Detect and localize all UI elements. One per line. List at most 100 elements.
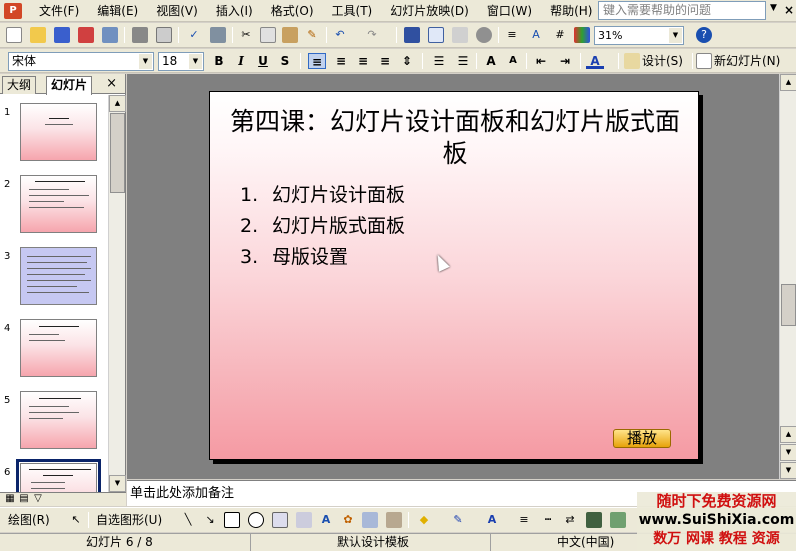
format-painter-icon[interactable]: ✎ (304, 27, 320, 43)
select-arrow-icon[interactable]: ↖ (68, 512, 84, 528)
bullets-icon[interactable]: ☰ (454, 53, 472, 69)
line-color-icon[interactable]: ✎ (450, 512, 466, 528)
scroll-down-icon[interactable]: ▼ (109, 475, 126, 492)
align-right-icon[interactable]: ≡ (354, 53, 372, 69)
menu-slideshow[interactable]: 幻灯片放映(D) (381, 1, 478, 21)
decrease-font-icon[interactable]: A (504, 53, 522, 69)
menu-tools[interactable]: 工具(T) (323, 1, 382, 21)
slide-thumbnail-4[interactable] (20, 319, 97, 377)
save-icon[interactable] (54, 27, 70, 43)
redo-icon[interactable]: ↷ (364, 27, 380, 43)
menu-format[interactable]: 格式(O) (262, 1, 323, 21)
play-button[interactable]: 播放 (613, 429, 671, 448)
oval-icon[interactable] (248, 512, 264, 528)
show-formatting-icon[interactable]: A (528, 27, 544, 43)
shadow-button[interactable]: S (276, 53, 294, 69)
next-slide-icon[interactable]: ▼ (780, 444, 796, 461)
vertical-textbox-icon[interactable] (296, 512, 312, 528)
align-center-icon[interactable]: ≡ (332, 53, 350, 69)
insert-table-icon[interactable] (428, 27, 444, 43)
tab-slides[interactable]: 幻灯片 (46, 76, 93, 95)
scroll-thumb[interactable] (110, 113, 125, 193)
align-left-icon[interactable]: ≡ (308, 53, 326, 69)
chevron-down-icon[interactable]: ▼ (139, 54, 152, 69)
scroll-up-icon[interactable]: ▲ (109, 95, 126, 112)
expand-all-icon[interactable]: ≡ (504, 27, 520, 43)
line-style-icon[interactable]: ≡ (516, 512, 532, 528)
undo-icon[interactable]: ↶ (332, 27, 348, 43)
prev-slide-icon[interactable]: ▲ (780, 426, 796, 443)
tables-borders-icon[interactable] (452, 27, 468, 43)
underline-button[interactable]: U (254, 53, 272, 69)
spelling-icon[interactable]: ✓ (186, 27, 202, 43)
menu-insert[interactable]: 插入(I) (207, 1, 262, 21)
diagram-icon[interactable]: ✿ (340, 512, 356, 528)
slide-thumbnail-2[interactable] (20, 175, 97, 233)
slide-thumbnail-6[interactable] (16, 459, 101, 492)
insert-chart-icon[interactable] (404, 27, 420, 43)
paste-icon[interactable] (282, 27, 298, 43)
print-icon[interactable] (132, 27, 148, 43)
chevron-down-icon[interactable]: ▼ (770, 3, 777, 13)
new-file-icon[interactable] (6, 27, 22, 43)
email-icon[interactable] (102, 27, 118, 43)
cut-icon[interactable]: ✂ (238, 27, 254, 43)
scroll-thumb[interactable] (781, 284, 796, 326)
close-icon[interactable]: × (106, 76, 117, 91)
justify-icon[interactable]: ≡ (376, 53, 394, 69)
research-icon[interactable] (210, 27, 226, 43)
scroll-up-icon[interactable]: ▲ (780, 74, 796, 91)
arrow-icon[interactable]: ↘ (202, 512, 218, 528)
menu-help[interactable]: 帮助(H) (541, 1, 601, 21)
font-size-select[interactable]: 18 ▼ (158, 52, 204, 71)
textbox-icon[interactable] (272, 512, 288, 528)
open-folder-icon[interactable] (30, 27, 46, 43)
scroll-down-icon[interactable]: ▼ (780, 462, 796, 479)
zoom-select[interactable]: 31% ▼ (594, 26, 684, 45)
autoshapes-button[interactable]: 自选图形(U) (96, 512, 162, 528)
tab-outline[interactable]: 大纲 (2, 76, 37, 94)
rectangle-icon[interactable] (224, 512, 240, 528)
shadow-style-icon[interactable] (586, 512, 602, 528)
vertical-text-icon[interactable]: ⇕ (398, 53, 416, 69)
font-name-select[interactable]: 宋体 ▼ (8, 52, 154, 71)
menu-view[interactable]: 视图(V) (147, 1, 207, 21)
menu-window[interactable]: 窗口(W) (478, 1, 541, 21)
fill-color-icon[interactable]: ◆ (416, 512, 432, 528)
draw-menu-button[interactable]: 绘图(R) (8, 512, 50, 528)
slide-thumbnail-3[interactable] (20, 247, 97, 305)
menu-file[interactable]: 文件(F) (30, 1, 88, 21)
wordart-icon[interactable]: A (318, 512, 334, 528)
print-preview-icon[interactable] (156, 27, 172, 43)
current-slide[interactable]: 第四课：幻灯片设计面板和幻灯片版式面板 1. 幻灯片设计面板 2. 幻灯片版式面板 … (209, 91, 699, 460)
chevron-down-icon[interactable]: ▼ (189, 54, 202, 69)
permission-icon[interactable] (78, 27, 94, 43)
slide-bullet-list[interactable]: 1. 幻灯片设计面板 2. 幻灯片版式面板 3. 母版设置 (240, 180, 405, 273)
new-slide-button[interactable]: 新幻灯片(N) (714, 53, 780, 69)
show-grid-icon[interactable]: # (552, 27, 568, 43)
font-color-icon[interactable]: A (484, 512, 500, 528)
bold-button[interactable]: B (210, 53, 228, 69)
dash-style-icon[interactable]: ┅ (540, 512, 556, 528)
copy-icon[interactable] (260, 27, 276, 43)
canvas-scrollbar[interactable]: ▲ ▲ ▼ ▼ (779, 74, 796, 479)
numbering-icon[interactable]: ☰ (430, 53, 448, 69)
close-icon[interactable]: × (784, 3, 794, 17)
insert-diagram-icon[interactable] (476, 27, 492, 43)
slide-thumbnail-1[interactable] (20, 103, 97, 161)
help-search-input[interactable]: 键入需要帮助的问题 (598, 1, 766, 20)
powerpoint-app-icon[interactable]: P (4, 2, 22, 19)
help-icon[interactable]: ? (696, 27, 712, 43)
increase-indent-icon[interactable]: ⇥ (556, 53, 574, 69)
thumbnail-scrollbar[interactable]: ▲ ▼ (108, 95, 126, 492)
3d-style-icon[interactable] (610, 512, 626, 528)
clipart-icon[interactable] (362, 512, 378, 528)
line-icon[interactable]: ╲ (180, 512, 196, 528)
arrow-style-icon[interactable]: ⇄ (562, 512, 578, 528)
menu-edit[interactable]: 编辑(E) (88, 1, 147, 21)
chevron-down-icon[interactable]: ▼ (669, 28, 682, 43)
slideshow-view-icon[interactable]: ▽ (30, 491, 46, 507)
increase-font-icon[interactable]: A (482, 53, 500, 69)
design-button[interactable]: 设计(S) (642, 53, 683, 69)
slide-title[interactable]: 第四课：幻灯片设计面板和幻灯片版式面板 (230, 106, 680, 170)
